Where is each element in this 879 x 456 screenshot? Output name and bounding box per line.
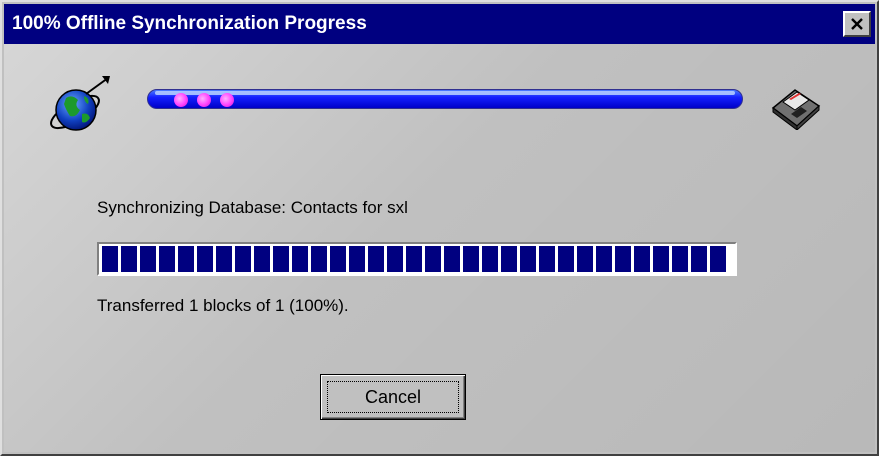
progress-block	[444, 246, 460, 272]
close-icon	[851, 18, 863, 30]
progress-block	[634, 246, 650, 272]
progress-block	[121, 246, 137, 272]
progress-block	[463, 246, 479, 272]
progress-block	[216, 246, 232, 272]
progress-block	[691, 246, 707, 272]
transfer-status-text: Transferred 1 blocks of 1 (100%).	[97, 296, 349, 315]
progress-block	[349, 246, 365, 272]
progress-block	[102, 246, 118, 272]
sync-animation-bar	[147, 86, 743, 112]
progress-block	[577, 246, 593, 272]
progress-block	[159, 246, 175, 272]
progress-block	[558, 246, 574, 272]
sync-dot	[197, 93, 211, 107]
progress-block	[520, 246, 536, 272]
progress-block	[501, 246, 517, 272]
progress-block	[368, 246, 384, 272]
progress-block	[615, 246, 631, 272]
progress-block	[406, 246, 422, 272]
progress-block	[254, 246, 270, 272]
window-title: 100% Offline Synchronization Progress	[12, 13, 367, 34]
progress-block	[330, 246, 346, 272]
sync-dot	[174, 93, 188, 107]
cancel-button[interactable]: Cancel	[320, 374, 466, 420]
dialog-body: Synchronizing Database: Contacts for sxl…	[4, 44, 875, 452]
sync-dot	[220, 93, 234, 107]
progress-block	[653, 246, 669, 272]
progress-block	[596, 246, 612, 272]
close-button[interactable]	[843, 11, 871, 37]
progress-block	[710, 246, 726, 272]
progress-block	[311, 246, 327, 272]
cancel-button-label: Cancel	[364, 387, 422, 407]
sync-progress-window: 100% Offline Synchronization Progress Sy…	[0, 0, 879, 456]
progress-block	[140, 246, 156, 272]
globe-icon	[50, 76, 110, 131]
progress-block	[178, 246, 194, 272]
progress-block	[273, 246, 289, 272]
title-bar[interactable]: 100% Offline Synchronization Progress	[4, 4, 875, 44]
floppy-disk-icon	[771, 89, 821, 130]
progress-block	[539, 246, 555, 272]
progress-block	[387, 246, 403, 272]
progress-block	[235, 246, 251, 272]
database-status-text: Synchronizing Database: Contacts for sxl	[97, 198, 408, 217]
transfer-progress-bar	[97, 242, 737, 276]
progress-block	[425, 246, 441, 272]
progress-block	[197, 246, 213, 272]
progress-block	[292, 246, 308, 272]
progress-block	[672, 246, 688, 272]
progress-block	[482, 246, 498, 272]
